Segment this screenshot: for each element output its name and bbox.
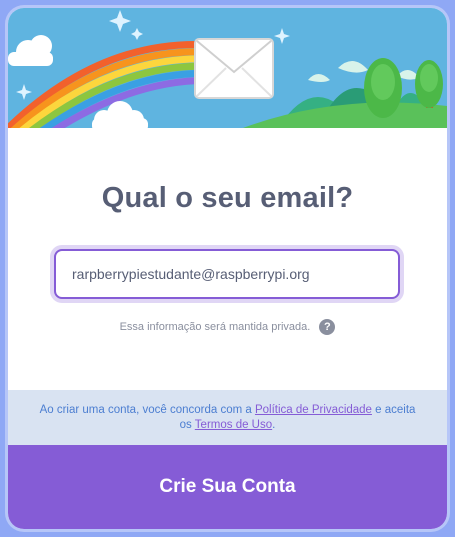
header-illustration	[8, 8, 447, 128]
terms-suffix: .	[272, 419, 276, 431]
privacy-note: Essa informação será mantida privada.	[119, 320, 311, 333]
form-body: Qual o seu email? Essa informação será m…	[8, 128, 447, 390]
envelope-icon	[194, 38, 274, 99]
help-icon[interactable]: ?	[319, 319, 336, 335]
email-field[interactable]	[54, 249, 400, 299]
terms-notice: Ao criar uma conta, você concorda com a …	[8, 390, 447, 445]
terms-of-use-link[interactable]: Termos de Uso	[195, 419, 272, 431]
page-title: Qual o seu email?	[101, 182, 354, 214]
privacy-policy-link[interactable]: Política de Privacidade	[255, 404, 372, 416]
signup-modal: Qual o seu email? Essa informação será m…	[8, 8, 447, 529]
create-account-button[interactable]: Crie Sua Conta	[8, 445, 447, 529]
terms-prefix: Ao criar uma conta, você concorda com a	[39, 404, 255, 416]
privacy-note-row: Essa informação será mantida privada. ?	[8, 319, 447, 335]
